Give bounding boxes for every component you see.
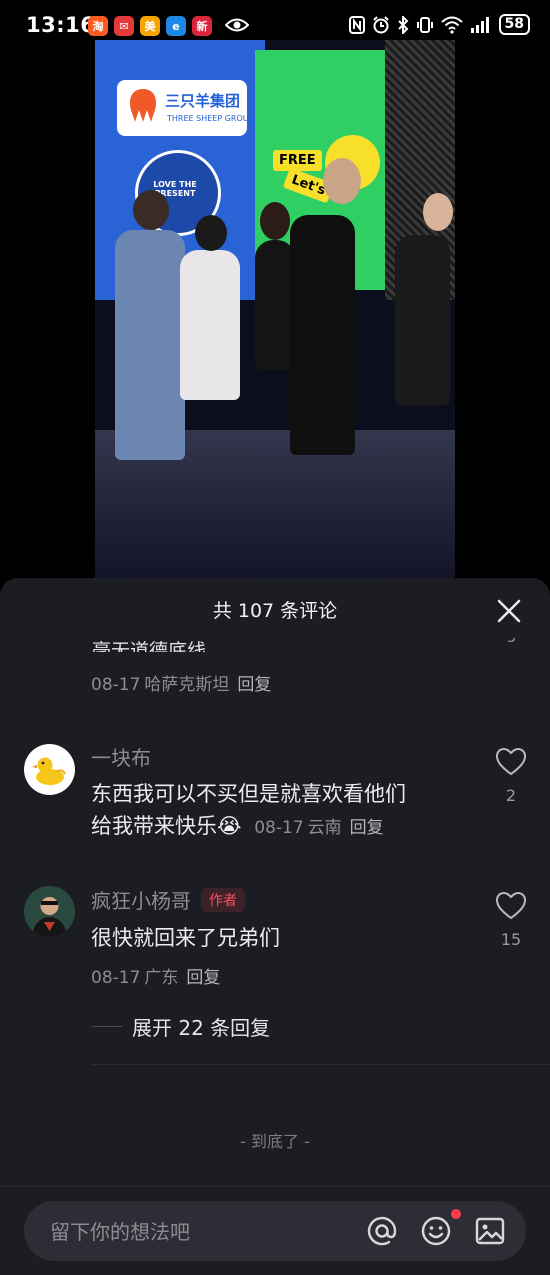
reply-button[interactable]: 回复 (186, 968, 220, 988)
comment-input[interactable] (48, 1201, 352, 1263)
close-icon[interactable] (496, 598, 522, 624)
sheep-logo-icon (129, 89, 157, 122)
notification-dot (451, 1209, 461, 1219)
system-icons: 58 (348, 14, 530, 35)
duck-avatar[interactable] (24, 744, 75, 795)
alarm-icon (372, 15, 389, 33)
comment-date: 08-17 (91, 968, 141, 988)
like-count-partial: 5 (507, 638, 516, 646)
comment-location: 哈萨克斯坦 (144, 675, 230, 695)
dancer-figure (255, 240, 295, 370)
end-of-list-text: - 到底了 - (240, 1132, 310, 1151)
emoji-icon[interactable] (420, 1215, 452, 1247)
dancer-figure (290, 215, 355, 455)
taobao-icon: 淘 (88, 16, 108, 36)
dancer-figure (395, 235, 450, 405)
person-avatar[interactable] (24, 886, 75, 937)
bluetooth-icon (397, 15, 408, 34)
news-app-icon: 新 (192, 16, 212, 36)
comments-panel: 共 107 条评论 毫无道德底线 5 08-17 哈萨克斯坦 回复 一块布 东西我可… (0, 578, 550, 1275)
comment-location: 云南 (307, 818, 342, 838)
comment-username[interactable]: 一块布 (91, 742, 151, 771)
comments-count-title: 共 107 条评论 (212, 600, 338, 622)
status-time: 13:16 (26, 13, 96, 37)
comment-username[interactable]: 疯狂小杨哥 (91, 889, 191, 913)
author-badge: 作者 (201, 888, 245, 912)
signal-icon (470, 16, 489, 33)
mention-icon[interactable] (366, 1215, 398, 1247)
comment-text-line: 东西我可以不买但是就喜欢看他们 (91, 782, 406, 806)
reply-button[interactable]: 回复 (237, 675, 271, 695)
dancer-head (195, 215, 227, 251)
eye-icon (225, 18, 249, 32)
dancer-figure (115, 230, 185, 460)
meituan-icon: 美 (140, 16, 160, 36)
dancer-head (133, 190, 169, 230)
mail-app-icon: ✉ (114, 16, 134, 36)
dancer-head (260, 202, 290, 240)
like-heart-icon[interactable] (496, 748, 526, 776)
comment-input-container (24, 1201, 526, 1263)
image-icon[interactable] (474, 1215, 506, 1247)
comment-text-line: 给我带来快乐 (91, 814, 217, 838)
battery-indicator: 58 (498, 14, 530, 35)
crying-laughing-emoji: 😭 (217, 814, 242, 838)
person-icon (24, 886, 75, 937)
vibrate-icon (416, 16, 433, 33)
dancer-head (423, 193, 453, 231)
comment-date: 08-17 (254, 818, 304, 838)
wifi-icon (440, 16, 463, 34)
comment-meta: 08-17 广东 回复 (91, 963, 220, 988)
nfc-icon (348, 15, 365, 34)
comment-text: 很快就回来了兄弟们 (91, 926, 280, 950)
comment-input-bar (0, 1186, 550, 1275)
comment-username-row: 疯狂小杨哥 作者 (91, 885, 245, 914)
reply-button[interactable]: 回复 (350, 818, 384, 838)
comment-text-partial: 毫无道德底线 (92, 640, 207, 652)
free-sign: FREE (273, 150, 322, 171)
comment-text: 东西我可以不买但是就喜欢看他们 给我带来快乐😭 08-17 云南 回复 (91, 778, 471, 844)
divider (92, 1064, 550, 1065)
dancer-figure (180, 250, 240, 400)
video-player[interactable]: 三只羊集团 THREE SHEEP GROUP LOVE THE PRESENT… (95, 40, 455, 580)
comment-date: 08-17 (91, 675, 141, 695)
divider-line (92, 1026, 122, 1027)
comment-location: 广东 (144, 968, 179, 988)
like-count: 15 (500, 930, 522, 949)
browser-icon: e (166, 16, 186, 36)
comment-meta: 08-17 哈萨克斯坦 回复 (91, 670, 271, 695)
comment-text-line-with-meta: 给我带来快乐😭 08-17 云南 回复 (91, 810, 471, 844)
like-count: 2 (505, 786, 517, 805)
dancer-head (323, 158, 361, 204)
notification-app-icons: 淘 ✉ 美 e 新 (88, 16, 212, 36)
duck-icon (32, 757, 66, 785)
sponsor-logo-text: 三只羊集团 (165, 92, 241, 110)
sponsor-logo-subtext: THREE SHEEP GROUP (167, 114, 254, 123)
like-heart-icon[interactable] (496, 892, 526, 920)
expand-replies-label: 展开 22 条回复 (132, 1016, 271, 1040)
expand-replies-button[interactable]: 展开 22 条回复 (92, 1012, 270, 1041)
comment-meta: 08-17 云南 回复 (254, 818, 383, 838)
